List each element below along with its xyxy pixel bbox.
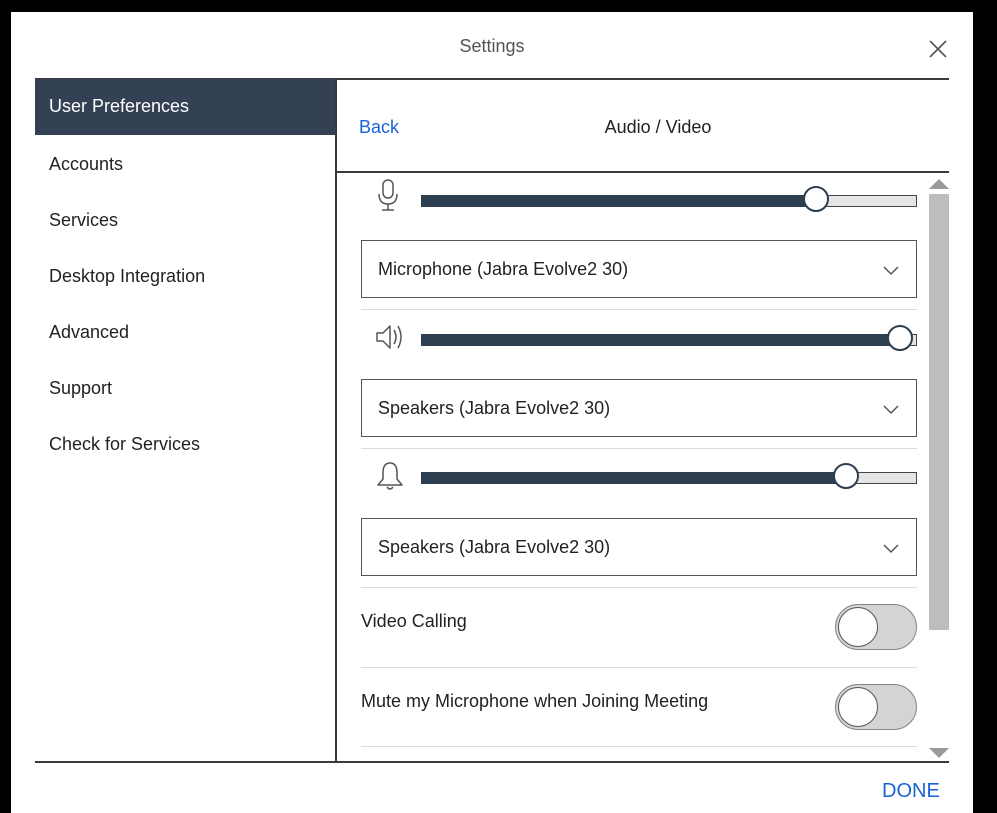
mute-on-join-toggle[interactable] bbox=[835, 684, 917, 730]
slider-fill bbox=[421, 472, 846, 484]
speaker-icon bbox=[375, 320, 402, 354]
sidebar-item-label: Advanced bbox=[49, 322, 130, 342]
scroll-up-icon[interactable] bbox=[929, 179, 949, 189]
sidebar-item-label: Support bbox=[49, 378, 113, 398]
sidebar-item-accounts[interactable]: Accounts bbox=[35, 135, 335, 191]
sidebar-item-label: Services bbox=[49, 210, 119, 230]
slider-thumb[interactable] bbox=[887, 325, 913, 351]
ringer-device-select[interactable]: Speakers (Jabra Evolve2 30) bbox=[361, 518, 917, 576]
toggle-knob bbox=[838, 607, 878, 647]
panel-title: Audio / Video bbox=[604, 117, 712, 137]
video-calling-label: Video Calling bbox=[361, 611, 467, 631]
microphone-volume-slider[interactable] bbox=[421, 186, 917, 212]
sidebar-item-label: User Preferences bbox=[49, 96, 190, 116]
chevron-down-icon bbox=[882, 400, 900, 418]
sidebar-item-advanced[interactable]: Advanced bbox=[35, 303, 335, 359]
sidebar-item-label: Accounts bbox=[49, 154, 124, 174]
done-button[interactable]: DONE bbox=[882, 780, 940, 803]
speaker-device-select[interactable]: Speakers (Jabra Evolve2 30) bbox=[361, 379, 917, 437]
sidebar-item-support[interactable]: Support bbox=[35, 359, 335, 415]
sidebar-item-label: Desktop Integration bbox=[49, 266, 206, 286]
slider-thumb[interactable] bbox=[833, 463, 859, 489]
bell-icon bbox=[375, 459, 403, 493]
microphone-device-select[interactable]: Microphone (Jabra Evolve2 30) bbox=[361, 240, 917, 298]
scroll-down-icon[interactable] bbox=[929, 748, 949, 758]
selected-device: Speakers (Jabra Evolve2 30) bbox=[378, 398, 611, 418]
close-icon[interactable] bbox=[926, 37, 950, 61]
panel-scrollbar[interactable] bbox=[927, 172, 949, 762]
settings-sidebar: User Preferences Accounts Services Deskt… bbox=[35, 79, 335, 762]
slider-fill bbox=[421, 195, 816, 207]
video-calling-toggle[interactable] bbox=[835, 604, 917, 650]
slider-thumb[interactable] bbox=[803, 186, 829, 212]
divider bbox=[361, 309, 917, 310]
chevron-down-icon bbox=[882, 539, 900, 557]
sidebar-item-desktop-integration[interactable]: Desktop Integration bbox=[35, 247, 335, 303]
selected-device: Speakers (Jabra Evolve2 30) bbox=[378, 537, 611, 557]
divider bbox=[361, 587, 917, 588]
dialog-title: Settings bbox=[459, 36, 525, 56]
sidebar-item-user-preferences[interactable]: User Preferences bbox=[35, 79, 335, 135]
sidebar-item-label: Check for Services bbox=[49, 434, 201, 454]
audio-settings-list: Microphone (Jabra Evolve2 30) Speakers (… bbox=[337, 172, 927, 762]
audio-video-panel: Back Audio / Video Microphone (Jabra Evo… bbox=[337, 79, 949, 762]
mute-on-join-label: Mute my Microphone when Joining Meeting bbox=[361, 691, 709, 711]
ringer-volume-slider[interactable] bbox=[421, 463, 917, 489]
divider bbox=[361, 667, 917, 668]
settings-dialog: Settings User Preferences Accounts Servi… bbox=[11, 12, 973, 813]
sidebar-item-services[interactable]: Services bbox=[35, 191, 335, 247]
slider-fill bbox=[421, 334, 900, 346]
title-bar: Settings bbox=[11, 12, 973, 78]
divider bbox=[361, 746, 917, 747]
scrollbar-thumb[interactable] bbox=[929, 194, 949, 630]
sidebar-item-check-for-services[interactable]: Check for Services bbox=[35, 415, 335, 471]
chevron-down-icon bbox=[882, 261, 900, 279]
selected-device: Microphone (Jabra Evolve2 30) bbox=[378, 259, 629, 279]
toggle-knob bbox=[838, 687, 878, 727]
divider bbox=[361, 448, 917, 449]
speaker-volume-slider[interactable] bbox=[421, 325, 917, 351]
microphone-icon bbox=[375, 178, 401, 212]
